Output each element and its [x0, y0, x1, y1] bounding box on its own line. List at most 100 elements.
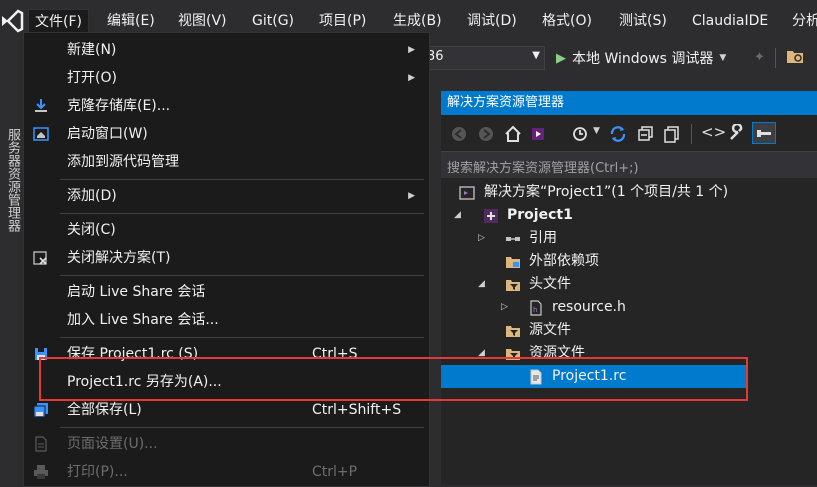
menu-item-print[interactable]: 打印(P)... Ctrl+P	[24, 458, 429, 486]
menu-item-label: 添加(D)	[67, 188, 117, 204]
collapsed-triangle-icon[interactable]: ▷	[478, 227, 485, 250]
expanded-triangle-icon[interactable]: ◢	[478, 342, 485, 365]
tree-item-source-files[interactable]: 源文件	[441, 319, 817, 342]
menu-project[interactable]: 项目(P)	[313, 10, 372, 32]
filter-folder-icon	[506, 349, 520, 360]
menu-test[interactable]: 测试(S)	[613, 10, 673, 32]
menu-item-save-all[interactable]: 全部保存(L) Ctrl+Shift+S	[24, 396, 429, 424]
printer-icon	[34, 465, 48, 479]
menu-item-save-as[interactable]: Project1.rc 另存为(A)...	[24, 368, 429, 396]
preview-selected-icon-accent	[757, 130, 761, 137]
folder-search-icon[interactable]	[786, 48, 804, 64]
chevron-down-icon: ▼	[532, 50, 540, 61]
hot-reload-icon[interactable]: ✦	[754, 50, 765, 65]
pending-changes-filter-icon[interactable]	[571, 125, 589, 143]
menu-edit[interactable]: 编辑(E)	[101, 10, 161, 32]
resource-script-icon	[530, 369, 542, 385]
home-icon[interactable]	[504, 125, 522, 143]
solution-explorer-title: 解决方案资源管理器	[441, 91, 817, 115]
menu-item-new[interactable]: 新建(N) ▶	[24, 36, 429, 64]
solution-tree: 解决方案“Project1”(1 个项目/共 1 个) ◢ Project1 ▷…	[441, 178, 817, 485]
tree-item-external-deps[interactable]: 外部依赖项	[441, 250, 817, 273]
menu-separator	[60, 337, 424, 338]
tree-item-label: 头文件	[529, 276, 571, 292]
menu-separator	[60, 213, 424, 214]
menu-item-open[interactable]: 打开(O) ▶	[24, 64, 429, 92]
menu-view[interactable]: 视图(V)	[172, 10, 233, 32]
menu-separator	[60, 275, 424, 276]
tree-item-project[interactable]: ◢ Project1	[441, 204, 817, 227]
menu-item-label: 启动窗口(W)	[67, 126, 148, 142]
solution-explorer-search-input[interactable]: 搜索解决方案资源管理器(Ctrl+;)	[441, 151, 817, 179]
filter-folder-icon	[506, 326, 520, 337]
cpp-project-icon	[484, 209, 498, 223]
menu-analyze[interactable]: 分析	[786, 10, 817, 32]
toolbar-divider	[691, 124, 692, 144]
menu-item-save[interactable]: 保存 Project1.rc (S) Ctrl+S	[24, 340, 429, 368]
external-deps-folder-icon	[506, 257, 520, 268]
show-all-files-icon[interactable]	[663, 125, 681, 143]
menu-item-close-solution[interactable]: 关闭解决方案(T)	[24, 244, 429, 272]
collapsed-triangle-icon[interactable]: ▷	[501, 296, 508, 319]
menu-item-add-to-source-control[interactable]: 添加到源代码管理	[24, 148, 429, 176]
collapse-all-icon[interactable]	[637, 125, 655, 143]
expanded-triangle-icon[interactable]: ◢	[454, 204, 461, 227]
switch-views-icon[interactable]	[530, 125, 548, 143]
menu-item-label: 页面设置(U)...	[67, 436, 158, 452]
chevron-down-icon[interactable]: ▼	[719, 53, 726, 63]
sync-icon[interactable]	[609, 125, 627, 143]
menu-item-page-setup[interactable]: 页面设置(U)...	[24, 430, 429, 458]
menu-debug[interactable]: 调试(D)	[461, 10, 523, 32]
start-debugger-button[interactable]: ▶ 本地 Windows 调试器 ▼	[556, 46, 726, 70]
menu-item-close[interactable]: 关闭(C)	[24, 216, 429, 244]
tree-item-label: resource.h	[552, 299, 626, 315]
start-window-icon	[33, 127, 49, 141]
menu-separator	[60, 179, 424, 180]
menu-item-add[interactable]: 添加(D) ▶	[24, 182, 429, 210]
tree-item-resource-h[interactable]: ▷ h resource.h	[441, 296, 817, 319]
menu-claudiaide[interactable]: ClaudiaIDE	[686, 10, 774, 32]
tree-item-references[interactable]: ▷ 引用	[441, 227, 817, 250]
expanded-triangle-icon[interactable]: ◢	[478, 273, 485, 296]
server-explorer-tab[interactable]: 服务器资源管理器	[3, 128, 22, 232]
header-file-icon: h	[530, 300, 542, 316]
forward-icon[interactable]	[478, 126, 494, 142]
save-icon	[35, 348, 47, 360]
menu-format[interactable]: 格式(O)	[536, 10, 598, 32]
menu-build[interactable]: 生成(B)	[387, 10, 448, 32]
tree-item-project1-rc[interactable]: Project1.rc	[441, 365, 748, 388]
tree-item-header-files[interactable]: ◢ 头文件	[441, 273, 817, 296]
menu-item-shortcut: Ctrl+S	[312, 346, 358, 362]
back-icon[interactable]	[451, 126, 467, 142]
platform-combo[interactable]: 36 ▼	[427, 46, 545, 70]
menu-item-label: 打印(P)...	[67, 464, 128, 480]
menu-item-shortcut: Ctrl+P	[312, 464, 358, 480]
menu-item-label: 新建(N)	[67, 42, 117, 58]
menu-item-label: Project1.rc 另存为(A)...	[67, 374, 222, 390]
menu-item-start-live-share[interactable]: 启动 Live Share 会话	[24, 278, 429, 306]
tree-item-resource-files[interactable]: ◢ 资源文件	[441, 342, 817, 365]
toolbar-divider	[775, 48, 776, 68]
left-tool-strip: 服务器资源管理器	[0, 40, 22, 485]
save-all-icon	[33, 403, 48, 418]
tree-item-label: Project1	[507, 207, 573, 223]
menu-item-label: 添加到源代码管理	[67, 154, 179, 170]
menu-item-start-window[interactable]: 启动窗口(W)	[24, 120, 429, 148]
tree-item-label: 资源文件	[529, 345, 585, 361]
file-menu-dropdown: 新建(N) ▶ 打开(O) ▶ 克隆存储库(E)... 启动窗口(W) 添加到源…	[23, 32, 430, 487]
code-view-icon[interactable]: <>	[701, 123, 726, 141]
menu-item-label: 保存 Project1.rc (S)	[67, 346, 199, 362]
menu-item-label: 全部保存(L)	[67, 402, 142, 418]
menu-git[interactable]: Git(G)	[246, 10, 300, 32]
preview-selected-items-button[interactable]	[752, 122, 776, 144]
menu-item-label: 克隆存储库(E)...	[67, 98, 171, 114]
menu-item-clone-repository[interactable]: 克隆存储库(E)...	[24, 92, 429, 120]
menu-item-label: 关闭(C)	[67, 222, 116, 238]
tree-item-solution[interactable]: 解决方案“Project1”(1 个项目/共 1 个)	[441, 181, 817, 204]
menu-item-join-live-share[interactable]: 加入 Live Share 会话...	[24, 306, 429, 334]
references-icon	[506, 237, 520, 241]
chevron-down-icon[interactable]: ▼	[593, 126, 600, 136]
close-solution-icon	[33, 251, 47, 265]
visual-studio-logo-icon[interactable]	[0, 8, 24, 34]
properties-wrench-icon[interactable]	[728, 124, 746, 142]
